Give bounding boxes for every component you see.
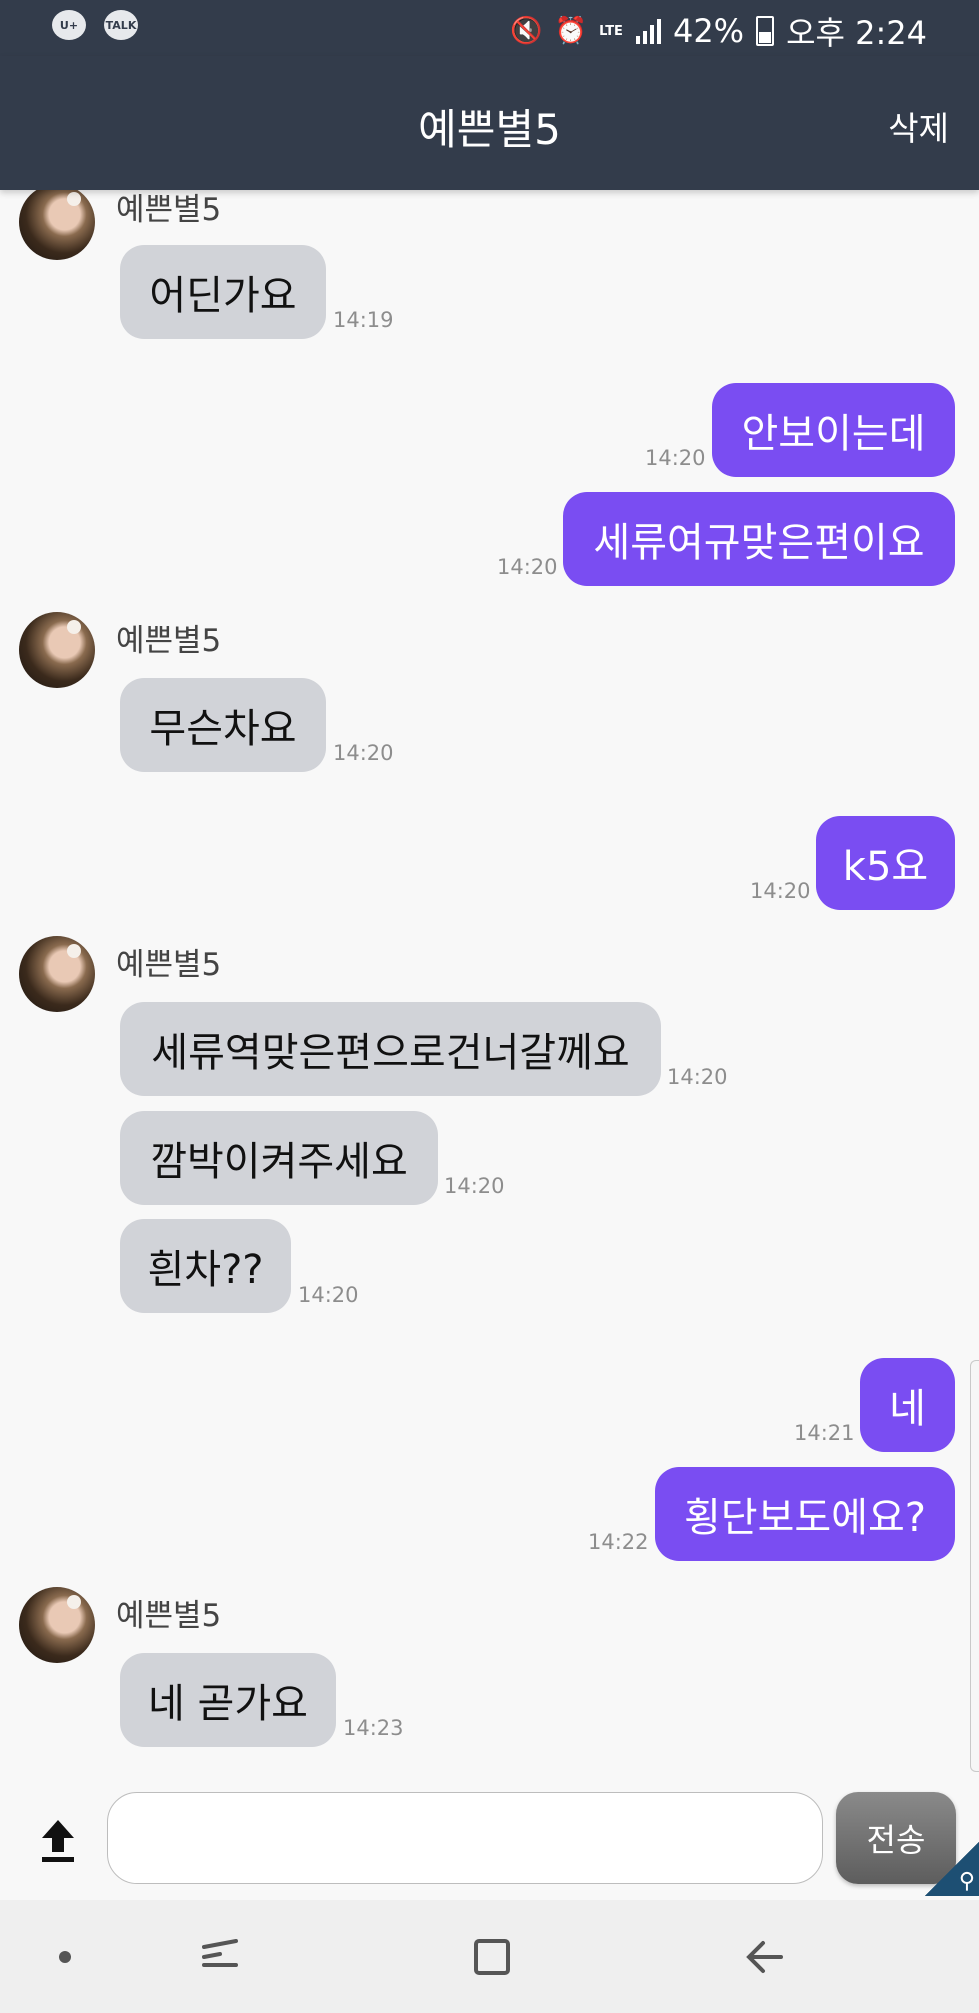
chat-header: 예쁜별5 삭제 <box>0 56 979 190</box>
avatar[interactable] <box>19 612 95 688</box>
sent-message[interactable]: 네 <box>860 1358 955 1452</box>
signal-icon <box>635 19 661 44</box>
received-message[interactable]: 깜박이켜주세요 <box>120 1111 438 1205</box>
input-bar: 전송 ⚲ <box>0 1790 979 1900</box>
upload-icon[interactable] <box>38 1816 78 1866</box>
received-message[interactable]: 흰차?? <box>120 1219 291 1313</box>
avatar[interactable] <box>19 1587 95 1663</box>
sender-name: 예쁜별5 <box>116 1598 222 1634</box>
dot-icon[interactable] <box>5 1900 125 2013</box>
uplus-app-icon: U+ <box>52 10 86 40</box>
sender-name: 예쁜별5 <box>116 947 222 983</box>
message-list[interactable]: 예쁜별5 어딘가요 14:19 안보이는데 14:20 세류여규맞은편이요 14… <box>0 184 979 1790</box>
message-time: 14:19 <box>333 308 394 332</box>
avatar[interactable] <box>19 936 95 1012</box>
chat-title: 예쁜별5 <box>418 105 561 154</box>
message-input[interactable] <box>107 1792 823 1884</box>
back-icon[interactable] <box>705 1900 825 2013</box>
network-type: LTE <box>599 23 623 39</box>
sent-message[interactable]: 세류여규맞은편이요 <box>563 492 955 586</box>
message-time: 14:21 <box>794 1421 855 1445</box>
sent-message[interactable]: 안보이는데 <box>712 383 955 477</box>
home-icon[interactable] <box>432 1900 552 2013</box>
avatar[interactable] <box>19 184 95 260</box>
battery-icon <box>756 16 775 46</box>
sender-name: 예쁜별5 <box>116 623 222 659</box>
recents-icon[interactable] <box>160 1900 280 2013</box>
message-time: 14:23 <box>343 1716 404 1740</box>
delete-button[interactable]: 삭제 <box>888 102 949 150</box>
scroll-handle[interactable] <box>970 1360 979 1772</box>
status-bar: U+ TALK 🔇 ⏰ LTE 42% 오후 2:24 <box>0 0 979 56</box>
message-time: 14:20 <box>333 741 394 765</box>
mute-icon: 🔇 <box>510 16 543 46</box>
received-message[interactable]: 무슨차요 <box>120 678 326 772</box>
received-message[interactable]: 세류역맞은편으로건너갈께요 <box>120 1002 661 1096</box>
message-time: 14:20 <box>750 879 811 903</box>
alarm-icon: ⏰ <box>554 16 588 46</box>
battery-percent: 42% <box>672 12 745 50</box>
message-time: 14:22 <box>588 1530 649 1554</box>
kakaotalk-app-icon: TALK <box>104 10 138 40</box>
key-icon[interactable]: ⚲ <box>925 1842 979 1896</box>
message-time: 14:20 <box>298 1283 359 1307</box>
message-time: 14:20 <box>645 446 706 470</box>
status-time: 오후 2:24 <box>786 14 927 52</box>
received-message[interactable]: 어딘가요 <box>120 245 326 339</box>
navigation-bar <box>0 1900 979 2013</box>
received-message[interactable]: 네 곧가요 <box>120 1653 336 1747</box>
sent-message[interactable]: k5요 <box>816 816 955 910</box>
message-time: 14:20 <box>667 1065 728 1089</box>
message-time: 14:20 <box>444 1174 505 1198</box>
message-time: 14:20 <box>497 555 558 579</box>
sent-message[interactable]: 횡단보도에요? <box>655 1467 955 1561</box>
sender-name: 예쁜별5 <box>116 192 222 228</box>
